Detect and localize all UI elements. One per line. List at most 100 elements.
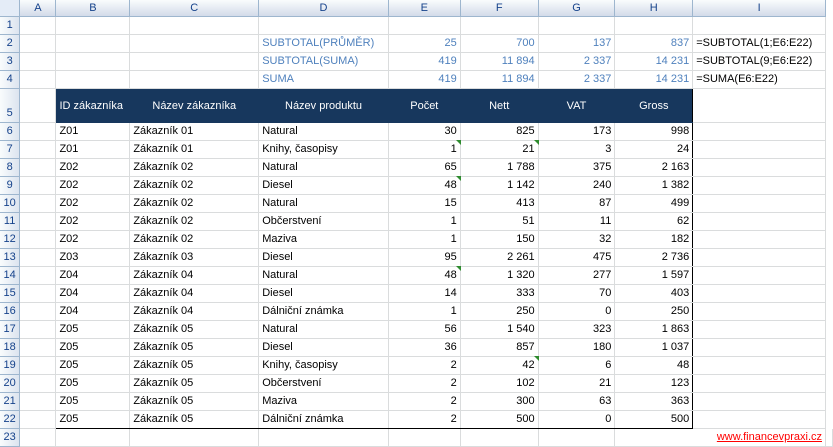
row-header[interactable]: 4 (0, 70, 21, 89)
row-header[interactable]: 9 (0, 176, 21, 195)
table-cell[interactable]: 65 (388, 158, 461, 177)
table-cell[interactable]: 70 (538, 284, 616, 303)
summary-value-cell[interactable]: 700 (460, 34, 539, 53)
summary-value-cell[interactable]: 2 337 (538, 70, 616, 89)
cell[interactable] (692, 212, 826, 231)
cell[interactable] (692, 122, 826, 141)
table-cell[interactable]: Natural (258, 122, 389, 141)
cell[interactable] (129, 34, 260, 53)
table-cell[interactable]: 1 037 (614, 338, 694, 357)
table-cell[interactable]: 95 (388, 248, 461, 267)
cell[interactable] (55, 70, 131, 89)
column-header-i[interactable]: I (692, 0, 826, 17)
cell[interactable] (538, 428, 616, 447)
table-cell[interactable]: Z05 (55, 338, 131, 357)
summary-value-cell[interactable]: 419 (388, 52, 461, 71)
table-cell[interactable]: 1 788 (460, 158, 539, 177)
table-cell[interactable]: Zákazník 05 (129, 356, 260, 375)
table-cell[interactable]: 0 (538, 302, 616, 321)
table-cell[interactable]: Zákazník 05 (129, 410, 260, 429)
table-cell[interactable]: 323 (538, 320, 616, 339)
table-cell[interactable]: Z04 (55, 284, 131, 303)
table-cell[interactable]: Z02 (55, 176, 131, 195)
table-cell[interactable]: 63 (538, 392, 616, 411)
table-cell[interactable]: 500 (614, 410, 694, 429)
spreadsheet-grid[interactable]: A B C D E F G H I 1 2 SUBTOTAL(PRŮMĚR) 2… (0, 0, 833, 447)
table-cell[interactable]: 1 (388, 230, 461, 249)
table-cell[interactable]: Z05 (55, 374, 131, 393)
cell[interactable] (19, 266, 57, 285)
table-cell[interactable]: 1 863 (614, 320, 694, 339)
summary-label-cell[interactable]: SUBTOTAL(SUMA) (258, 52, 389, 71)
table-cell[interactable]: 30 (388, 122, 461, 141)
cell[interactable] (692, 248, 826, 267)
row-header[interactable]: 12 (0, 230, 21, 249)
cell[interactable] (19, 320, 57, 339)
summary-value-cell[interactable]: 419 (388, 70, 461, 89)
cell[interactable] (19, 356, 57, 375)
table-cell[interactable]: 36 (388, 338, 461, 357)
table-cell[interactable]: 499 (614, 194, 694, 213)
cell[interactable] (692, 302, 826, 321)
table-header-vat[interactable]: VAT (538, 88, 616, 123)
cell[interactable] (388, 428, 461, 447)
table-cell[interactable]: 500 (460, 410, 539, 429)
table-cell[interactable]: 300 (460, 392, 539, 411)
cell[interactable] (692, 356, 826, 375)
cell[interactable] (692, 266, 826, 285)
summary-label-cell[interactable]: SUMA (258, 70, 389, 89)
cell[interactable] (19, 230, 57, 249)
table-header-product[interactable]: Název produktu (258, 88, 389, 123)
cell[interactable] (19, 410, 57, 429)
table-cell[interactable]: 11 (538, 212, 616, 231)
table-cell[interactable]: Zákazník 04 (129, 302, 260, 321)
table-cell[interactable]: 475 (538, 248, 616, 267)
table-cell[interactable]: Občerstvení (258, 212, 389, 231)
table-cell[interactable]: 32 (538, 230, 616, 249)
table-cell[interactable]: 14 (388, 284, 461, 303)
cell[interactable] (692, 158, 826, 177)
table-cell[interactable]: 56 (388, 320, 461, 339)
table-cell[interactable]: Z02 (55, 230, 131, 249)
table-cell[interactable]: 1 142 (460, 176, 539, 195)
table-cell[interactable]: 42 (460, 355, 539, 375)
table-cell[interactable]: 48 (388, 175, 461, 195)
table-cell[interactable]: 150 (460, 230, 539, 249)
cell[interactable] (19, 392, 57, 411)
table-cell[interactable]: Knihy, časopisy (258, 140, 389, 159)
cell[interactable] (129, 70, 260, 89)
website-link[interactable]: www.financevpraxi.cz (614, 428, 826, 447)
table-cell[interactable]: Diesel (258, 176, 389, 195)
table-cell[interactable]: 180 (538, 338, 616, 357)
table-cell[interactable]: Z05 (55, 320, 131, 339)
cell[interactable] (55, 428, 131, 447)
cell[interactable] (19, 70, 57, 89)
cell[interactable] (825, 428, 833, 447)
table-header-customer[interactable]: Název zákazníka (129, 88, 260, 123)
table-cell[interactable]: Zákazník 02 (129, 194, 260, 213)
row-header[interactable]: 19 (0, 356, 21, 375)
table-cell[interactable]: 15 (388, 194, 461, 213)
table-cell[interactable]: 21 (460, 139, 539, 159)
row-header[interactable]: 16 (0, 302, 21, 321)
table-cell[interactable]: Z02 (55, 194, 131, 213)
cell[interactable] (692, 230, 826, 249)
table-cell[interactable]: Dálniční známka (258, 302, 389, 321)
table-cell[interactable]: 2 736 (614, 248, 694, 267)
cell[interactable] (19, 176, 57, 195)
table-cell[interactable]: Maziva (258, 392, 389, 411)
cell[interactable] (19, 34, 57, 53)
column-header-h[interactable]: H (614, 0, 694, 17)
table-cell[interactable]: 825 (460, 122, 539, 141)
table-cell[interactable]: 1 597 (614, 266, 694, 285)
cell[interactable] (460, 16, 539, 35)
column-header-c[interactable]: C (129, 0, 260, 17)
table-cell[interactable]: 1 382 (614, 176, 694, 195)
table-cell[interactable]: 333 (460, 284, 539, 303)
table-cell[interactable]: 363 (614, 392, 694, 411)
row-header[interactable]: 6 (0, 122, 21, 141)
cell[interactable] (258, 16, 389, 35)
cell[interactable] (692, 140, 826, 159)
table-cell[interactable]: Z03 (55, 248, 131, 267)
row-header[interactable]: 14 (0, 266, 21, 285)
